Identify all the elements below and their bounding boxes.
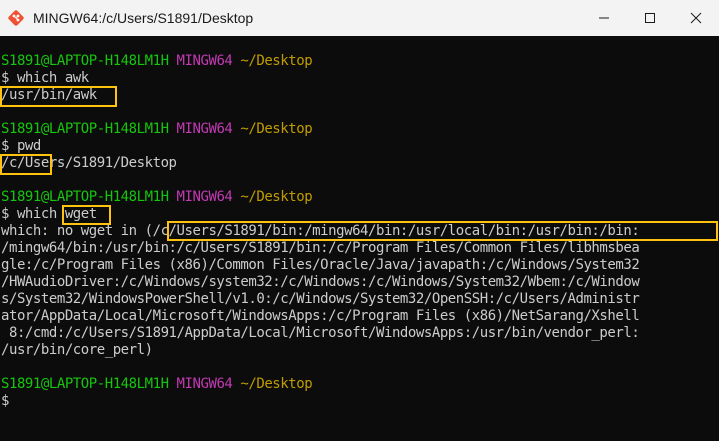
window-title: MINGW64:/c/Users/S1891/Desktop: [33, 10, 254, 26]
output-line: s/System32/WindowsPowerShell/v1.0:/c/Win…: [1, 291, 640, 307]
prompt-path: ~/Desktop: [240, 376, 313, 392]
prompt-user: S1891@LAPTOP-H148LM1H: [1, 376, 169, 392]
title-bar[interactable]: MINGW64:/c/Users/S1891/Desktop: [0, 0, 719, 36]
prompt-line: S1891@LAPTOP-H148LM1H MINGW64 ~/Desktop: [1, 53, 313, 70]
prompt-line: S1891@LAPTOP-H148LM1H MINGW64 ~/Desktop: [1, 376, 313, 393]
output-line: which: no wget in (/c/Users/S1891/bin:/m…: [1, 223, 640, 239]
output-line: /HWAudioDriver:/c/Windows/system32:/c/Wi…: [1, 274, 640, 290]
git-bash-icon: [7, 9, 25, 27]
command-line: $ pwd: [1, 138, 41, 154]
window-controls: [581, 0, 719, 36]
prompt-line: S1891@LAPTOP-H148LM1H MINGW64 ~/Desktop: [1, 189, 313, 206]
prompt-env: MINGW64: [176, 376, 233, 392]
output-line: /usr/bin/core_perl): [1, 342, 153, 358]
close-button[interactable]: [673, 0, 719, 36]
maximize-icon: [645, 13, 655, 23]
output-line: ator/AppData/Local/Microsoft/WindowsApps…: [1, 308, 640, 324]
output-line: /usr/bin/awk: [1, 87, 97, 103]
output-line: /c/Users/S1891/Desktop: [1, 155, 177, 171]
minimize-button[interactable]: [581, 0, 627, 36]
prompt-line: S1891@LAPTOP-H148LM1H MINGW64 ~/Desktop: [1, 121, 313, 138]
prompt-user: S1891@LAPTOP-H148LM1H: [1, 189, 169, 205]
prompt-env: MINGW64: [176, 189, 233, 205]
close-icon: [690, 12, 702, 24]
output-line: gle:/c/Program Files (x86)/Common Files/…: [1, 257, 640, 273]
prompt-path: ~/Desktop: [240, 189, 313, 205]
output-line: /mingw64/bin:/usr/bin:/c/Users/S1891/bin…: [1, 240, 640, 256]
minimize-icon: [599, 17, 609, 19]
terminal-output[interactable]: S1891@LAPTOP-H148LM1H MINGW64 ~/Desktop …: [0, 36, 719, 441]
prompt-path: ~/Desktop: [240, 121, 313, 137]
prompt-user: S1891@LAPTOP-H148LM1H: [1, 121, 169, 137]
maximize-button[interactable]: [627, 0, 673, 36]
prompt-env: MINGW64: [176, 121, 233, 137]
command-line: $ which wget: [1, 206, 97, 222]
command-line: $: [1, 393, 9, 409]
prompt-user: S1891@LAPTOP-H148LM1H: [1, 53, 169, 69]
command-line: $ which awk: [1, 70, 89, 86]
output-line: 8:/cmd:/c/Users/S1891/AppData/Local/Micr…: [1, 325, 640, 341]
prompt-env: MINGW64: [176, 53, 233, 69]
prompt-path: ~/Desktop: [240, 53, 313, 69]
